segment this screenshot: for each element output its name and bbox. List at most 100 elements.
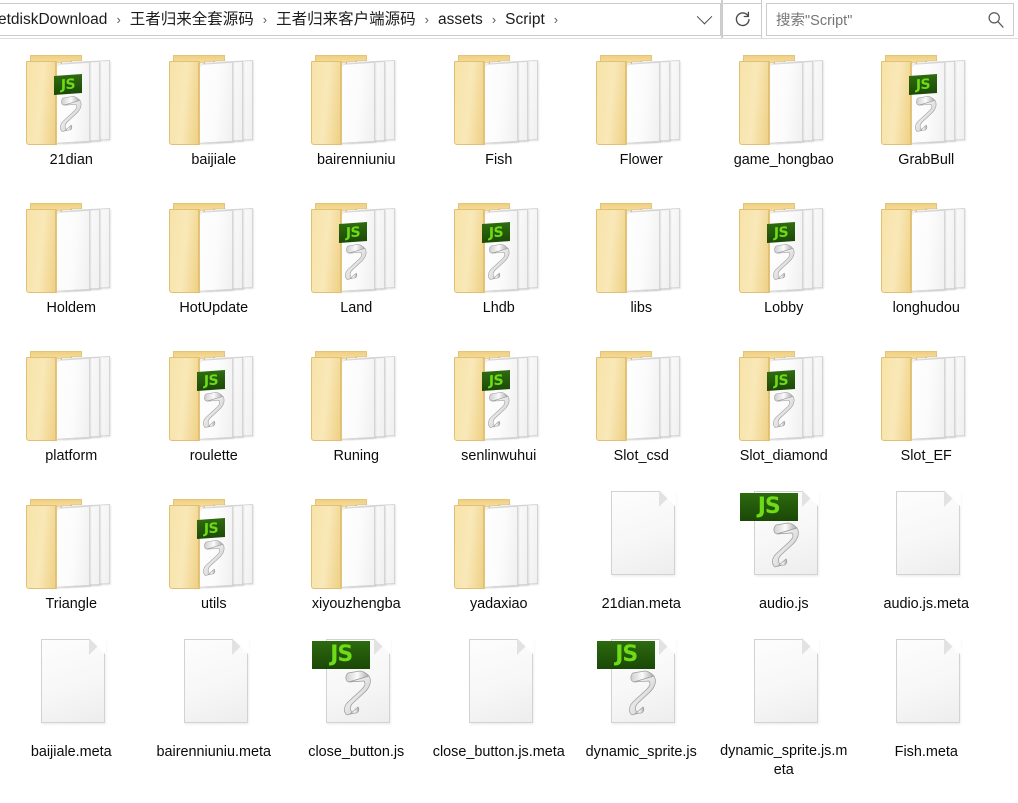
file-icon-wrap[interactable]: JS bbox=[736, 341, 832, 445]
breadcrumb-separator-2[interactable]: › bbox=[418, 0, 436, 39]
file-icon-wrap[interactable]: JS bbox=[308, 193, 404, 297]
file-icon-wrap[interactable] bbox=[451, 45, 547, 149]
folder-icon: JS bbox=[168, 493, 261, 591]
file-icon-wrap[interactable] bbox=[878, 341, 974, 445]
file-item[interactable]: close_button.js.meta bbox=[428, 631, 571, 779]
file-icon-wrap[interactable] bbox=[451, 637, 547, 741]
file-icon-wrap[interactable]: JS bbox=[166, 489, 262, 593]
breadcrumb-list: etdiskDownload › 王者归来全套源码 › 王者归来客户端源码 › … bbox=[0, 0, 565, 39]
blank-file-icon bbox=[468, 638, 534, 723]
breadcrumb-dropdown-button[interactable] bbox=[687, 1, 721, 38]
file-icon-wrap[interactable] bbox=[23, 489, 119, 593]
folder-icon bbox=[26, 493, 118, 591]
breadcrumb-item-3[interactable]: assets bbox=[436, 0, 485, 39]
breadcrumb-separator-0[interactable]: › bbox=[109, 0, 127, 39]
file-item[interactable]: JS 21dian bbox=[0, 39, 143, 187]
breadcrumb-separator-3[interactable]: › bbox=[485, 0, 503, 39]
file-grid-row: platform JS roulette Runing JS senlinwuh… bbox=[0, 335, 1018, 483]
file-icon-wrap[interactable] bbox=[593, 193, 689, 297]
file-icon-wrap[interactable]: JS bbox=[736, 489, 832, 593]
folder-front-flap bbox=[311, 61, 342, 145]
file-item[interactable]: JS close_button.js bbox=[285, 631, 428, 779]
file-item[interactable]: libs bbox=[570, 187, 713, 335]
file-item[interactable]: JS GrabBull bbox=[855, 39, 998, 187]
file-item[interactable]: xiyouzhengba bbox=[285, 483, 428, 631]
file-icon-wrap[interactable] bbox=[308, 489, 404, 593]
breadcrumb-item-0[interactable]: etdiskDownload bbox=[0, 0, 109, 39]
file-icon-wrap[interactable] bbox=[878, 193, 974, 297]
file-item[interactable]: Fish.meta bbox=[855, 631, 998, 779]
file-icon-wrap[interactable] bbox=[593, 45, 689, 149]
file-item[interactable]: JS Lobby bbox=[713, 187, 856, 335]
file-icon-wrap[interactable] bbox=[23, 637, 119, 741]
file-icon-wrap[interactable] bbox=[878, 637, 974, 741]
breadcrumb-item-1[interactable]: 王者归来全套源码 bbox=[128, 0, 256, 39]
file-icon-wrap[interactable] bbox=[166, 193, 262, 297]
file-icon-wrap[interactable] bbox=[736, 45, 832, 149]
file-item[interactable]: JS senlinwuhui bbox=[428, 335, 571, 483]
file-icon-wrap[interactable] bbox=[451, 489, 547, 593]
breadcrumb[interactable]: etdiskDownload › 王者归来全套源码 › 王者归来客户端源码 › … bbox=[0, 0, 722, 39]
js-file-icon: JS bbox=[597, 638, 677, 723]
js-badge-label: JS bbox=[346, 224, 361, 242]
file-icon-wrap[interactable]: JS bbox=[451, 193, 547, 297]
blank-file-icon bbox=[183, 638, 249, 723]
file-item[interactable]: longhudou bbox=[855, 187, 998, 335]
file-icon-wrap[interactable] bbox=[593, 341, 689, 445]
file-item[interactable]: JS utils bbox=[143, 483, 286, 631]
breadcrumb-item-4[interactable]: Script bbox=[503, 0, 547, 39]
file-icon-wrap[interactable] bbox=[23, 193, 119, 297]
search-input[interactable]: 搜索"Script" bbox=[776, 9, 852, 30]
file-item[interactable]: JS Slot_diamond bbox=[713, 335, 856, 483]
breadcrumb-separator-4[interactable]: › bbox=[547, 0, 565, 39]
file-item[interactable]: Slot_csd bbox=[570, 335, 713, 483]
file-icon-wrap[interactable]: JS bbox=[736, 193, 832, 297]
search-field[interactable]: 搜索"Script" bbox=[762, 0, 1018, 39]
file-icon-wrap[interactable]: JS bbox=[166, 341, 262, 445]
breadcrumb-item-2[interactable]: 王者归来客户端源码 bbox=[274, 0, 418, 39]
file-item[interactable]: Runing bbox=[285, 335, 428, 483]
file-item[interactable]: baijiale bbox=[143, 39, 286, 187]
refresh-button[interactable] bbox=[722, 0, 762, 39]
file-item[interactable]: dynamic_sprite.js.meta bbox=[713, 631, 856, 779]
file-item[interactable]: baijiale.meta bbox=[0, 631, 143, 779]
file-item[interactable]: JS dynamic_sprite.js bbox=[570, 631, 713, 779]
file-label: utils bbox=[200, 596, 227, 612]
file-icon-wrap[interactable] bbox=[308, 45, 404, 149]
file-icon-wrap[interactable] bbox=[736, 637, 832, 740]
file-item[interactable]: Flower bbox=[570, 39, 713, 187]
file-icon-wrap[interactable]: JS bbox=[451, 341, 547, 445]
file-icon-wrap[interactable]: JS bbox=[308, 637, 404, 741]
file-item[interactable]: Fish bbox=[428, 39, 571, 187]
file-item[interactable]: game_hongbao bbox=[713, 39, 856, 187]
file-icon-wrap[interactable]: JS bbox=[23, 45, 119, 149]
file-icon-wrap[interactable] bbox=[166, 637, 262, 741]
js-badge-label: JS bbox=[203, 520, 218, 538]
file-item[interactable]: Triangle bbox=[0, 483, 143, 631]
file-icon-wrap[interactable] bbox=[23, 341, 119, 445]
file-icon-wrap[interactable] bbox=[593, 489, 689, 593]
file-item[interactable]: Slot_EF bbox=[855, 335, 998, 483]
file-item[interactable]: 21dian.meta bbox=[570, 483, 713, 631]
folder-js-badge: JS bbox=[766, 370, 795, 391]
file-item[interactable]: Holdem bbox=[0, 187, 143, 335]
file-item[interactable]: JS Land bbox=[285, 187, 428, 335]
file-item[interactable]: JS Lhdb bbox=[428, 187, 571, 335]
file-item[interactable]: platform bbox=[0, 335, 143, 483]
js-badge-label: JS bbox=[488, 224, 503, 242]
search-icon[interactable] bbox=[986, 10, 1006, 30]
file-icon-wrap[interactable] bbox=[166, 45, 262, 149]
file-item[interactable]: JS roulette bbox=[143, 335, 286, 483]
file-item[interactable]: bairenniuniu.meta bbox=[143, 631, 286, 779]
file-item[interactable]: HotUpdate bbox=[143, 187, 286, 335]
file-item[interactable]: JS audio.js bbox=[713, 483, 856, 631]
file-item[interactable]: bairenniuniu bbox=[285, 39, 428, 187]
file-icon-wrap[interactable] bbox=[878, 489, 974, 593]
file-item[interactable]: audio.js.meta bbox=[855, 483, 998, 631]
folder-script-glyph bbox=[484, 241, 516, 283]
file-icon-wrap[interactable]: JS bbox=[878, 45, 974, 149]
breadcrumb-separator-1[interactable]: › bbox=[256, 0, 274, 39]
file-item[interactable]: yadaxiao bbox=[428, 483, 571, 631]
file-icon-wrap[interactable] bbox=[308, 341, 404, 445]
file-icon-wrap[interactable]: JS bbox=[593, 637, 689, 741]
